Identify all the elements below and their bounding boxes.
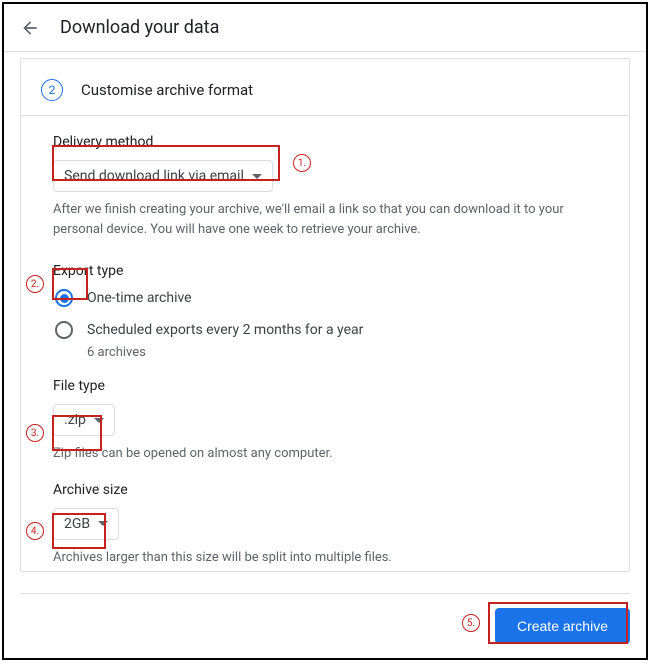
format-card: 2 Customise archive format Delivery meth… bbox=[20, 58, 630, 572]
delivery-help-text: After we finish creating your archive, w… bbox=[53, 200, 597, 239]
step-title: Customise archive format bbox=[81, 81, 253, 99]
delivery-method-label: Delivery method bbox=[53, 134, 597, 150]
delivery-method-dropdown[interactable]: Send download link via email bbox=[53, 160, 273, 192]
archive-size-dropdown[interactable]: 2GB bbox=[53, 508, 119, 540]
page-header: Download your data bbox=[4, 4, 646, 52]
file-type-help: Zip files can be opened on almost any co… bbox=[53, 444, 597, 464]
step-header: 2 Customise archive format bbox=[21, 59, 629, 116]
export-type-label: Export type bbox=[53, 263, 597, 279]
delivery-method-value: Send download link via email bbox=[64, 168, 244, 184]
step-number-badge: 2 bbox=[41, 79, 63, 101]
archive-size-label: Archive size bbox=[53, 482, 597, 498]
radio-onetime-label: One-time archive bbox=[87, 290, 192, 306]
export-option-scheduled[interactable]: Scheduled exports every 2 months for a y… bbox=[55, 321, 597, 339]
radio-scheduled[interactable] bbox=[55, 321, 73, 339]
back-arrow-icon[interactable] bbox=[20, 18, 40, 38]
archive-size-value: 2GB bbox=[64, 516, 90, 532]
export-option-onetime[interactable]: One-time archive bbox=[55, 289, 597, 307]
create-archive-button[interactable]: Create archive bbox=[495, 608, 630, 644]
archive-size-help: Archives larger than this size will be s… bbox=[53, 548, 597, 568]
caret-down-icon bbox=[252, 174, 262, 179]
radio-onetime[interactable] bbox=[55, 289, 73, 307]
footer: Create archive bbox=[20, 593, 630, 644]
file-type-dropdown[interactable]: .zip bbox=[53, 404, 115, 436]
radio-scheduled-sub: 6 archives bbox=[87, 345, 597, 360]
file-type-label: File type bbox=[53, 378, 597, 394]
caret-down-icon bbox=[94, 418, 104, 423]
file-type-value: .zip bbox=[64, 412, 86, 428]
radio-scheduled-label: Scheduled exports every 2 months for a y… bbox=[87, 322, 363, 338]
page-title: Download your data bbox=[60, 17, 219, 38]
caret-down-icon bbox=[98, 521, 108, 526]
